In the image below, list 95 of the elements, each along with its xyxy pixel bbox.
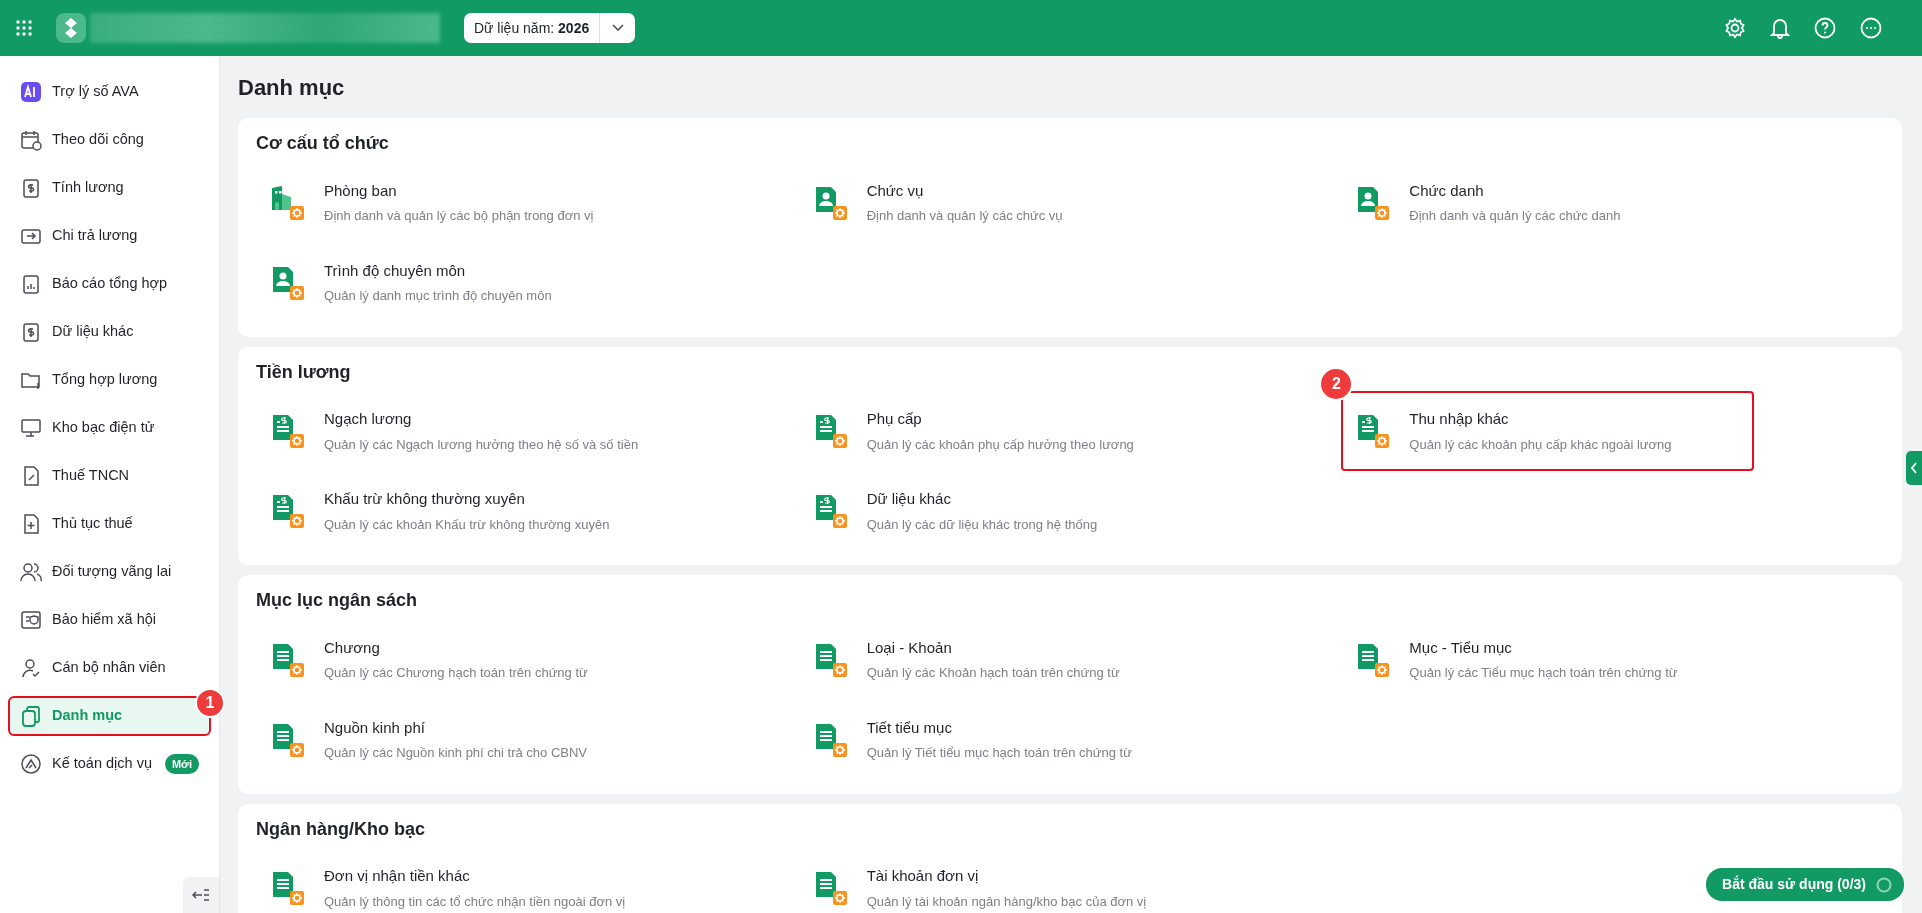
collapse-sidebar-button[interactable] [183,877,219,913]
start-button[interactable]: Bắt đầu sử dụng (0/3) [1706,868,1904,901]
sidebar-item[interactable]: Đối tượng vãng lai [8,552,211,592]
apps-menu-icon[interactable] [16,20,32,36]
users-icon [20,561,42,583]
catalog-item[interactable]: Nguồn kinh phí Quản lý các Nguồn kinh phí chi trả cho CBNV [256,699,799,780]
sidebar-item[interactable]: Trợ lý số AVA [8,72,211,112]
settings-icon[interactable] [1724,17,1746,39]
calendar-icon [20,129,42,151]
user-check-icon [20,657,42,679]
progress-ring-icon [1876,876,1892,893]
catalog-item[interactable]: Phòng ban Định danh và quản lý các bộ phận trong đơn vị [256,162,799,243]
year-selector[interactable]: Dữ liệu năm: 2026 [464,13,636,43]
help-icon[interactable] [1814,17,1836,39]
item-title: Phụ cấp [866,409,923,430]
item-description: Quản lý các Tiểu mục hạch toán trên chứng từ [1409,664,1678,683]
ai-icon [20,81,42,103]
item-title: Dữ liệu khác [866,489,952,510]
sidebar-item[interactable]: Chi trả lương [8,216,211,256]
sidebar-item[interactable]: Theo dõi công [8,120,211,160]
item-title: Ngạch lương [324,409,413,430]
item-title: Chức danh [1409,180,1485,201]
item-title: Tiết tiểu mục [866,717,953,738]
item-description: Định danh và quản lý các bộ phận trong đơn vị [324,207,594,226]
item-title: Chức vụ [866,180,925,201]
sidebar-item[interactable]: Tổng hợp lương [8,360,211,400]
collapse-icon [192,888,210,902]
item-description: Quản lý danh mục trình độ chuyên môn [324,287,552,306]
copy-icon [20,705,42,727]
section-title: Tiền lương [256,361,351,384]
sidebar-item[interactable]: Thuế TNCN [8,456,211,496]
logo-icon [56,13,86,43]
sidebar-item[interactable]: Cán bộ nhân viên [8,648,211,688]
catalog-item[interactable]: Chức vụ Định danh và quản lý các chức vụ [798,162,1342,243]
catalog-item[interactable]: Tài khoản đơn vị Quản lý tài khoản ngân hàng/kho bạc của đơn vị [798,848,1342,913]
item-title: Tài khoản đơn vị [866,866,980,887]
step-number: 1 [195,688,225,718]
item-description: Quản lý thông tin các tổ chức nhận tiền ngoài đơn vị [324,892,626,911]
sidebar-item[interactable]: Tính lương [8,168,211,208]
sidebar-item[interactable]: Dữ liệu khác [8,312,211,352]
item-description: Định danh và quản lý các chức danh [1409,207,1621,226]
section-title: Ngân hàng/Kho bạc [256,818,425,841]
sidebar-item[interactable]: Báo cáo tổng hợp [8,264,211,304]
monitor-icon [20,417,42,439]
catalog-item[interactable]: Mục - Tiểu mục Quản lý các Tiểu mục hạch toán trên chứng từ [1341,619,1884,700]
item-description: Quản lý các khoản Khấu trừ không thường xuyên [324,515,610,534]
catalog-item[interactable]: Chương Quản lý các Chương hạch toán trên chứng từ [256,619,799,700]
item-title: Thu nhập khác [1409,409,1510,430]
item-title: Chương [324,637,381,658]
item-title: Đơn vị nhận tiền khác [324,866,471,887]
shield-card-icon [20,609,42,631]
catalog-item[interactable]: Khấu trừ không thường xuyên Quản lý các khoản Khấu trừ không thường xuyên [256,471,799,552]
expand-tab[interactable] [1906,451,1922,485]
item-description: Quản lý Tiết tiểu mục hạch toán trên chứng từ [866,744,1132,763]
item-description: Định danh và quản lý các chức vụ [866,207,1063,226]
item-title: Mục - Tiểu mục [1409,637,1513,658]
item-description: Quản lý các Ngạch lương hưởng theo hệ số và số tiền [324,435,639,454]
catalog-item[interactable]: Loại - Khoản Quản lý các Khoản hạch toán trên chứng từ [798,619,1342,700]
item-title: Phòng ban [324,180,398,201]
step-number: 2 [1319,367,1354,402]
catalog-item[interactable]: Dữ liệu khác Quản lý các dữ liệu khác trong hệ thống [798,471,1342,552]
item-title: Loại - Khoản [866,637,953,658]
notification-icon[interactable] [1770,17,1790,39]
chevron-left-icon [1910,462,1918,474]
catalog-item[interactable]: Ngạch lương Quản lý các Ngạch lương hưởng theo hệ số và số tiền [256,391,799,472]
section-title: Mục lục ngân sách [256,590,418,612]
more-icon[interactable] [1860,17,1882,39]
catalog-item[interactable]: Tiết tiểu mục Quản lý Tiết tiểu mục hạch toán trên chứng từ [798,699,1342,780]
catalog-item[interactable]: Trình độ chuyên môn Quản lý danh mục trình độ chuyên môn [256,242,799,323]
sidebar-item[interactable]: Kế toán dịch vụ Mới [8,744,211,784]
item-title: Trình độ chuyên môn [324,260,467,281]
item-title: Khấu trừ không thường xuyên [324,489,526,510]
clipboard-dollar-icon [20,321,42,343]
year-value: 2026 [558,19,590,36]
item-description: Quản lý các Nguồn kinh phí chi trả cho CBNV [324,744,588,763]
item-description: Quản lý tài khoản ngân hàng/kho bạc của đơn vị [866,892,1147,911]
item-description: Quản lý các Khoản hạch toán trên chứng từ [866,664,1120,683]
catalog-item[interactable]: Thu nhập khác Quản lý các khoản phụ cấp khác ngoài lương [1341,391,1754,472]
chevron-down-icon [611,24,624,32]
new-badge: Mới [164,753,199,775]
sidebar-item[interactable]: Thủ tục thuế [8,504,211,544]
item-description: Quản lý các khoản phụ cấp hưởng theo lương [866,435,1134,454]
clipboard-dollar-icon [20,177,42,199]
catalog-item[interactable]: Chức danh Định danh và quản lý các chức danh [1341,162,1884,243]
year-label: Dữ liệu năm: [474,19,556,36]
catalog-item[interactable]: Đơn vị nhận tiền khác Quản lý thông tin các tổ chức nhận tiền ngoài đơn vị [256,848,799,913]
item-description: Quản lý các dữ liệu khác trong hệ thống [866,515,1098,534]
page-title: Danh mục [238,73,346,102]
report-icon [20,273,42,295]
sidebar-item[interactable]: Bảo hiểm xã hội [8,600,211,640]
item-title: Nguồn kinh phí [324,717,426,738]
item-description: Quản lý các khoản phụ cấp khác ngoài lương [1409,435,1672,454]
sidebar-item[interactable]: Kho bạc điện tử [8,408,211,448]
section-title: Cơ cấu tổ chức [256,133,389,155]
item-description: Quản lý các Chương hạch toán trên chứng từ [324,664,588,683]
